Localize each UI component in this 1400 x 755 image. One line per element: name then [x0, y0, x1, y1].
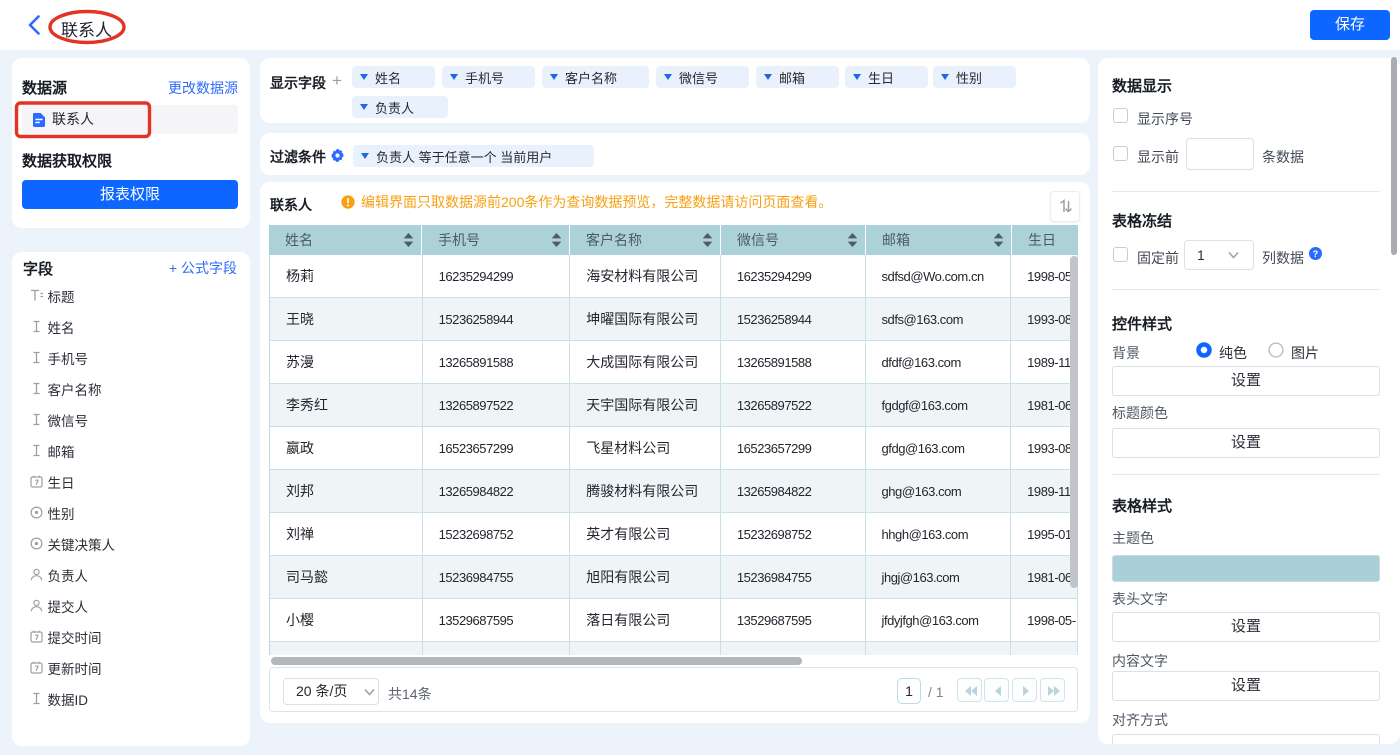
svg-text:?: ?: [1313, 249, 1319, 259]
